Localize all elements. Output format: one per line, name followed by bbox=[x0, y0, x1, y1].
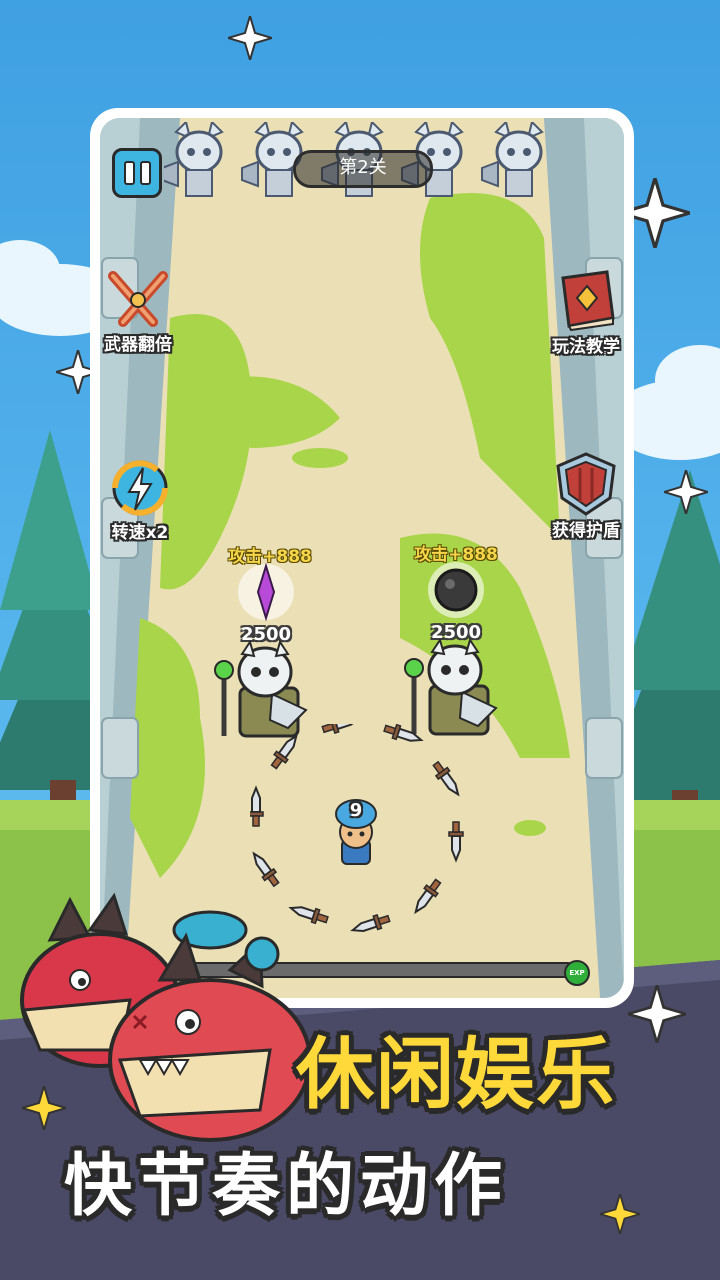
crossed-swords-icon bbox=[108, 271, 168, 327]
dagger-icon bbox=[429, 758, 465, 800]
dagger-icon bbox=[267, 730, 303, 772]
lightning-icon bbox=[112, 460, 168, 516]
book-icon bbox=[561, 270, 615, 332]
sparkle-icon bbox=[660, 466, 712, 518]
tutorial-label: 玩法教学 bbox=[552, 337, 620, 357]
dagger-icon bbox=[320, 724, 363, 738]
shield-icon bbox=[556, 452, 616, 516]
exp-label: EXP bbox=[569, 969, 585, 977]
level-indicator: 第2关 bbox=[293, 150, 433, 188]
tutorial-button[interactable]: 玩法教学 bbox=[526, 270, 646, 357]
dagger-icon bbox=[448, 821, 464, 861]
player-level: 9 bbox=[349, 800, 363, 821]
weapon-double-label: 武器翻倍 bbox=[104, 335, 172, 355]
promo-headline: 休闲娱乐 bbox=[296, 1030, 617, 1120]
purple-crystal-icon bbox=[236, 562, 296, 622]
dagger-icon bbox=[250, 848, 283, 890]
speed-label: 转速x2 bbox=[111, 523, 169, 543]
dagger-icon bbox=[250, 787, 264, 827]
shield-button[interactable]: 获得护盾 bbox=[526, 452, 646, 541]
pause-button[interactable] bbox=[112, 148, 162, 198]
black-orb-icon bbox=[426, 560, 486, 620]
player-hero[interactable]: 9 bbox=[326, 796, 386, 872]
exp-icon: EXP bbox=[564, 960, 590, 986]
speed-boost-button[interactable]: 转速x2 bbox=[80, 458, 200, 543]
pause-icon bbox=[123, 161, 151, 185]
dagger-icon bbox=[381, 724, 425, 748]
promo-subline: 快节奏的动作 bbox=[64, 1147, 509, 1226]
dagger-icon bbox=[349, 910, 392, 938]
weapon-double-button[interactable]: 武器翻倍 bbox=[78, 270, 198, 355]
sparkle-icon bbox=[224, 12, 276, 64]
dagger-icon bbox=[409, 876, 445, 918]
shield-label: 获得护盾 bbox=[552, 521, 620, 541]
